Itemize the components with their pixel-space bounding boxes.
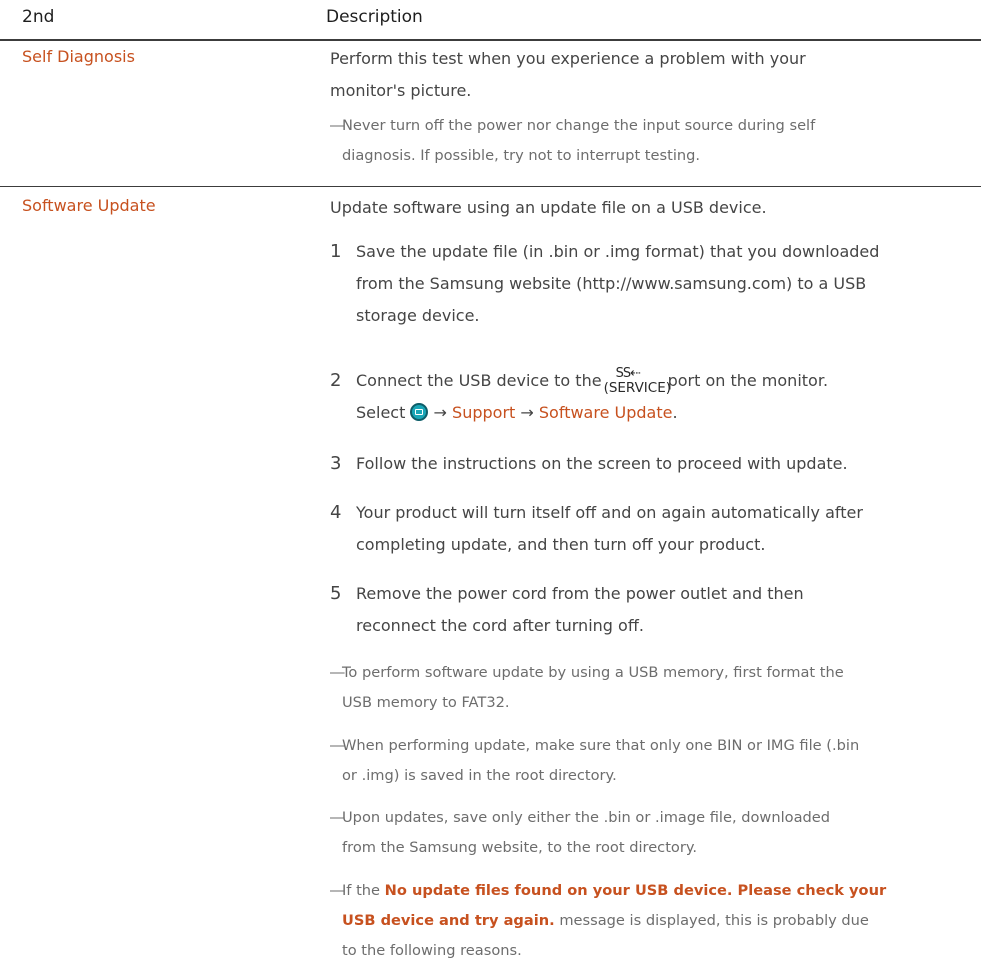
note-fat32: ― To perform software update by using a … bbox=[330, 658, 970, 718]
note-dash: ― bbox=[330, 882, 345, 899]
self-diagnosis-note: ― Never turn off the power nor change th… bbox=[330, 111, 970, 171]
row-divider bbox=[0, 186, 981, 187]
step-1: 1 Save the update file (in .bin or .img … bbox=[330, 236, 970, 332]
note-dash: ― bbox=[330, 737, 345, 754]
menu-icon bbox=[410, 403, 429, 421]
step-line: from the Samsung website (http://www.sam… bbox=[356, 274, 867, 293]
step-line: reconnect the cord after turning off. bbox=[356, 616, 644, 635]
description-line: Perform this test when you experience a … bbox=[330, 49, 806, 68]
service-port-label: (SERVICE) bbox=[603, 380, 672, 396]
step-number: 2 bbox=[330, 370, 342, 391]
table-header: 2nd Description bbox=[0, 0, 981, 39]
arrow: → bbox=[520, 403, 534, 422]
arrow: → bbox=[433, 403, 447, 422]
step-line: completing update, and then turn off you… bbox=[356, 535, 766, 554]
self-diagnosis-description: Perform this test when you experience a … bbox=[330, 43, 970, 107]
error-message-text: No update files found on your USB device… bbox=[384, 882, 887, 899]
menu-path-support: Support bbox=[452, 403, 516, 422]
note-dash: ― bbox=[330, 664, 345, 681]
note-single-file: ― When performing update, make sure that… bbox=[330, 731, 970, 791]
note-line: from the Samsung website, to the root di… bbox=[342, 839, 698, 856]
note-text: message is displayed, this is probably d… bbox=[559, 912, 869, 929]
step-text: Connect the USB device to the bbox=[356, 371, 602, 390]
note-dash: ― bbox=[330, 117, 345, 134]
step-number: 3 bbox=[330, 453, 342, 474]
menu-item-self-diagnosis: Self Diagnosis bbox=[22, 47, 135, 66]
note-line: Never turn off the power nor change the … bbox=[342, 117, 816, 134]
note-dash: ― bbox=[330, 809, 345, 826]
menu-item-software-update: Software Update bbox=[22, 196, 156, 215]
note-error-message: ― If the No update files found on your U… bbox=[330, 876, 970, 966]
period: . bbox=[672, 403, 678, 422]
note-line: Upon updates, save only either the .bin … bbox=[342, 809, 831, 826]
note-line: diagnosis. If possible, try not to inter… bbox=[342, 147, 701, 164]
note-line: to the following reasons. bbox=[342, 942, 522, 959]
step-text: Select bbox=[356, 403, 406, 422]
step-number: 1 bbox=[330, 241, 342, 262]
note-line: or .img) is saved in the root directory. bbox=[342, 767, 617, 784]
step-number: 5 bbox=[330, 583, 342, 604]
menu-path-software-update: Software Update bbox=[538, 403, 673, 422]
step-line: Your product will turn itself off and on… bbox=[356, 503, 863, 522]
step-line: storage device. bbox=[356, 306, 480, 325]
step-3: 3 Follow the instructions on the screen … bbox=[330, 448, 970, 480]
note-line: To perform software update by using a US… bbox=[342, 664, 844, 681]
step-number: 4 bbox=[330, 502, 342, 523]
column-header-description: Description bbox=[326, 7, 423, 27]
note-root-directory: ― Upon updates, save only either the .bi… bbox=[330, 803, 970, 863]
software-update-intro: Update software using an update file on … bbox=[330, 198, 767, 217]
note-line: USB memory to FAT32. bbox=[342, 694, 510, 711]
step-line: Save the update file (in .bin or .img fo… bbox=[356, 242, 880, 261]
step-4: 4 Your product will turn itself off and … bbox=[330, 497, 970, 561]
note-text: If the bbox=[342, 882, 381, 899]
step-2: 2 Connect the USB device to the SS⇠ (SERVI… bbox=[330, 365, 970, 429]
description-line: monitor's picture. bbox=[330, 81, 472, 100]
step-5: 5 Remove the power cord from the power o… bbox=[330, 578, 970, 642]
step-text: port on the monitor. bbox=[667, 371, 829, 390]
error-message-text: USB device and try again. bbox=[342, 912, 555, 929]
step-line: Follow the instructions on the screen to… bbox=[356, 454, 848, 473]
step-line: Remove the power cord from the power out… bbox=[356, 584, 804, 603]
column-header-menu: 2nd bbox=[22, 7, 55, 27]
header-divider bbox=[0, 39, 981, 41]
note-line: When performing update, make sure that o… bbox=[342, 737, 860, 754]
usb-service-port-icon: SS⇠ (SERVICE) bbox=[604, 366, 671, 396]
